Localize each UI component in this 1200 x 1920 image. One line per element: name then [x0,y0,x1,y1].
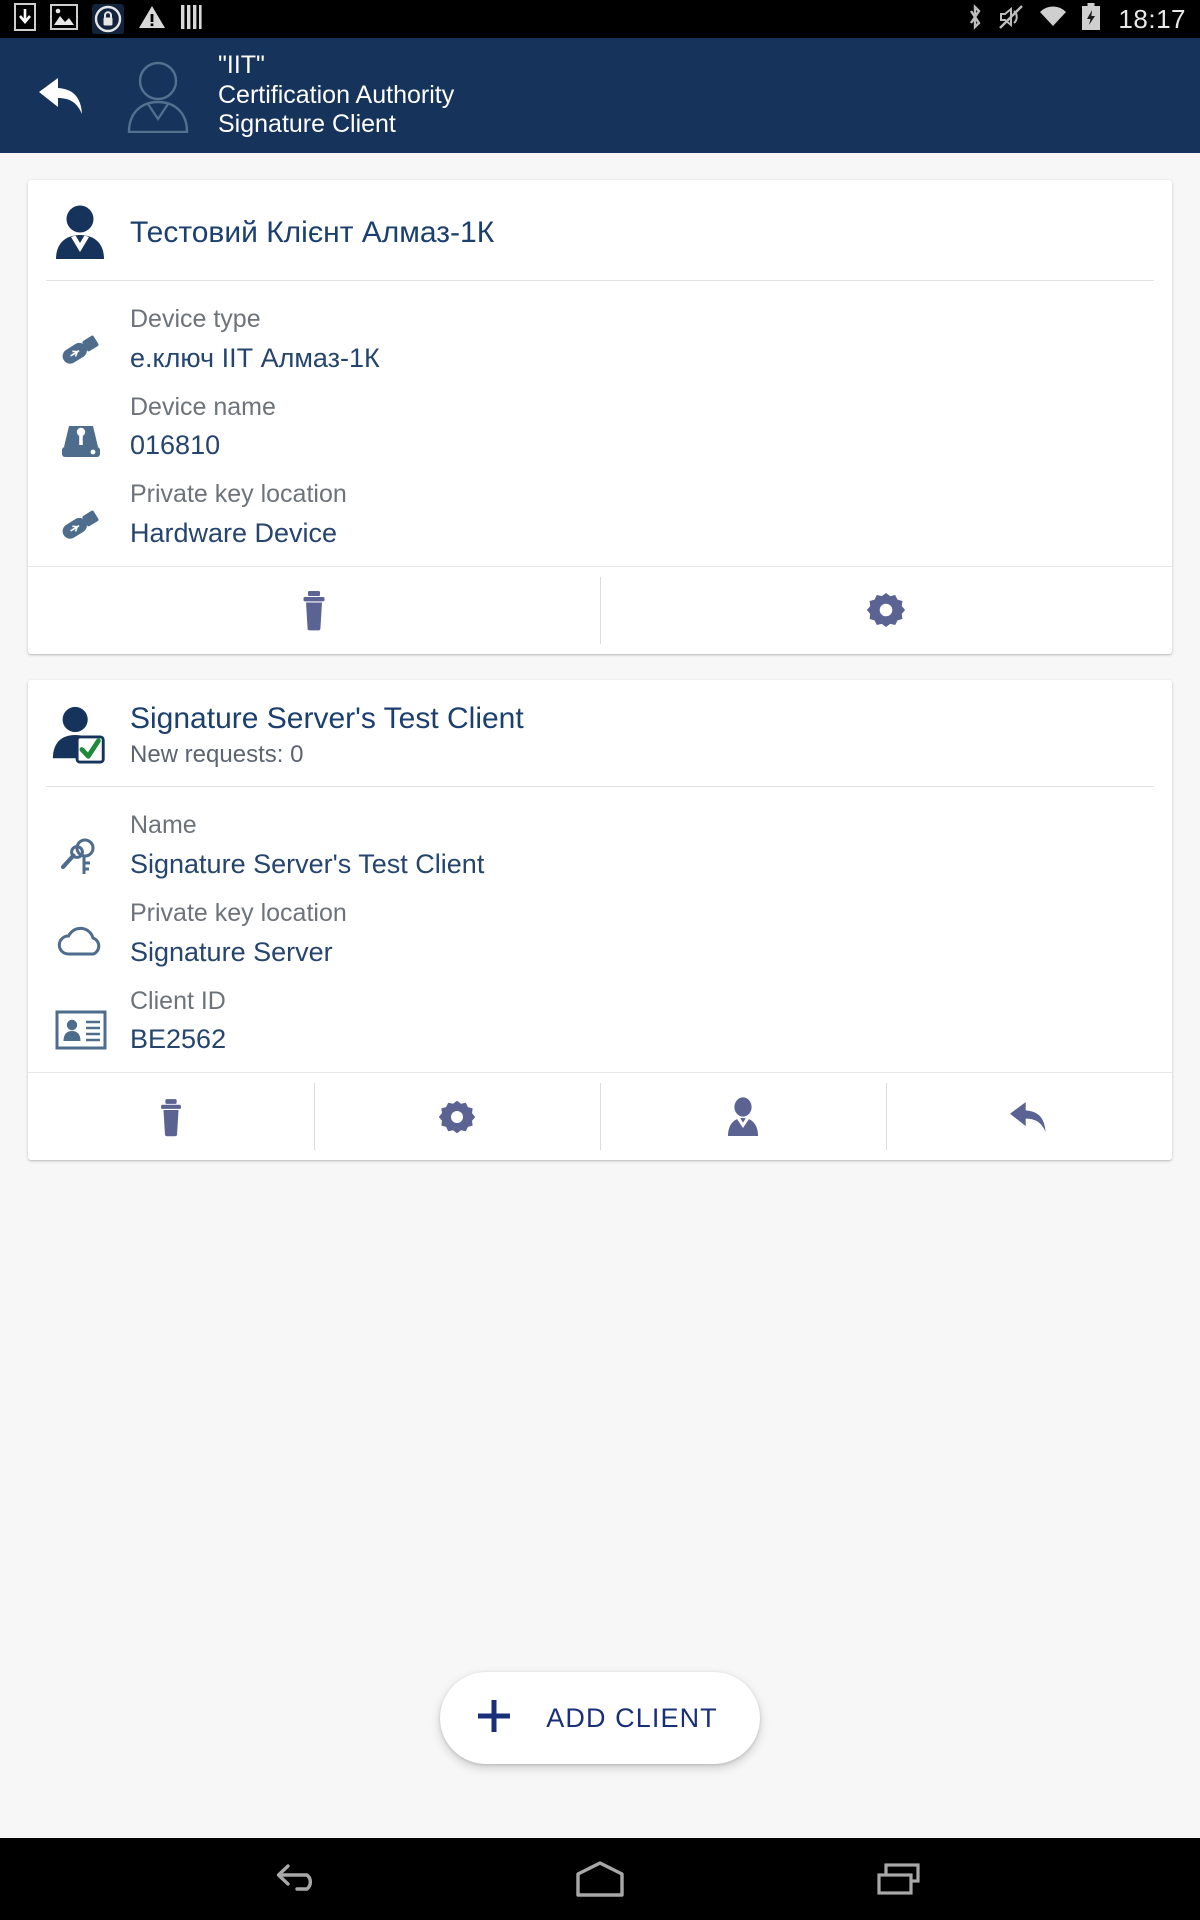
person-icon [728,1097,758,1136]
detail-row-device-type: Device type е.ключ ІІТ Алмаз-1К [28,297,1172,385]
detail-label: Device type [130,305,261,333]
key-drive-icon [50,392,112,462]
cloud-icon [50,898,112,960]
detail-label: Private key location [130,899,347,928]
recents-nav-icon [877,1863,920,1895]
usb-token-icon [50,479,112,547]
detail-label: Name [130,811,197,840]
status-bar-right-icons: 18:17 [966,2,1186,36]
detail-row-private-key-location: Private key location Signature Server [28,891,1172,979]
download-icon [14,2,36,36]
battery-charging-icon [1081,2,1101,36]
gear-icon [866,593,906,628]
trash-icon [161,1098,181,1137]
card-title: Signature Server's Test Client [130,701,524,735]
app-bar-title-line2: Certification Authority [218,80,455,109]
card-actions [28,1072,1172,1160]
settings-button[interactable] [314,1073,600,1160]
detail-label: Client ID [130,986,226,1015]
card-header: Signature Server's Test Client New reque… [28,680,1172,786]
app-bar-titles: "IIT" Certification Authority Signature … [218,51,454,140]
card-rows: Device type е.ключ ІІТ Алмаз-1К Device n… [28,281,1172,566]
detail-value: Hardware Device [130,517,338,548]
id-card-icon [50,986,112,1050]
status-bar-clock: 18:17 [1118,3,1186,34]
back-nav-icon [276,1864,312,1891]
detail-row-name: Name Signature Server's Test Client [28,803,1172,891]
wifi-icon [1038,5,1068,34]
lock-icon [92,4,124,34]
settings-button[interactable] [600,567,1172,654]
app-bar-title-line3: Signature Client [218,110,396,139]
delete-client-button[interactable] [28,567,600,654]
nav-back-button[interactable] [240,1838,360,1920]
plus-icon [474,1696,514,1741]
app-bar-title-line1: "IIT" [218,51,265,80]
client-profile-button[interactable] [600,1073,886,1160]
detail-value: Signature Server's Test Client [130,848,485,879]
share-button[interactable] [886,1073,1172,1160]
add-client-button[interactable]: ADD CLIENT [440,1672,760,1764]
person-outline-icon [127,61,189,133]
detail-value: е.ключ ІІТ Алмаз-1К [130,342,380,373]
nav-home-button[interactable] [540,1838,660,1920]
back-button[interactable] [26,60,98,132]
keys-icon [50,810,112,882]
nav-recents-button[interactable] [840,1838,960,1920]
detail-row-private-key-location: Private key location Hardware Device [28,472,1172,560]
detail-value: 016810 [130,430,221,461]
card-subtitle: New requests: 0 [130,740,304,768]
image-icon [50,3,78,35]
client-list: Тестовий Клієнт Алмаз-1К Device type е.к… [0,153,1200,1838]
detail-row-client-id: Client ID BE2562 [28,979,1172,1067]
detail-label: Device name [130,392,276,421]
bars-icon [180,4,202,35]
add-client-label: ADD CLIENT [546,1702,718,1733]
home-nav-icon [576,1861,624,1897]
detail-label: Private key location [130,480,347,509]
person-filled-icon [50,202,110,262]
app-bar: "IIT" Certification Authority Signature … [0,38,1200,153]
status-bar: 18:17 [0,0,1200,38]
card-rows: Name Signature Server's Test Client Priv… [28,787,1172,1072]
card-header: Тестовий Клієнт Алмаз-1К [28,180,1172,280]
back-arrow-icon [39,77,82,114]
card-title: Тестовий Клієнт Алмаз-1К [130,215,495,249]
trash-icon [303,591,325,631]
detail-value: Signature Server [130,936,333,967]
delete-client-button[interactable] [28,1073,314,1160]
reply-arrow-icon [1010,1101,1046,1132]
android-nav-bar [0,1838,1200,1920]
person-verified-icon [50,705,110,765]
status-bar-left-icons [14,2,202,36]
card-actions [28,565,1172,654]
usb-token-icon [50,304,112,372]
client-card-hardware[interactable]: Тестовий Клієнт Алмаз-1К Device type е.к… [28,180,1172,654]
bluetooth-icon [966,3,984,36]
add-client-container: ADD CLIENT [0,1672,1200,1764]
avatar [120,58,196,134]
gear-icon [438,1100,476,1134]
detail-row-device-name: Device name 016810 [28,385,1172,473]
warning-icon [138,4,166,35]
client-card-signature-server[interactable]: Signature Server's Test Client New reque… [28,679,1172,1161]
detail-value: BE2562 [130,1024,227,1055]
volume-muted-icon [997,4,1025,35]
